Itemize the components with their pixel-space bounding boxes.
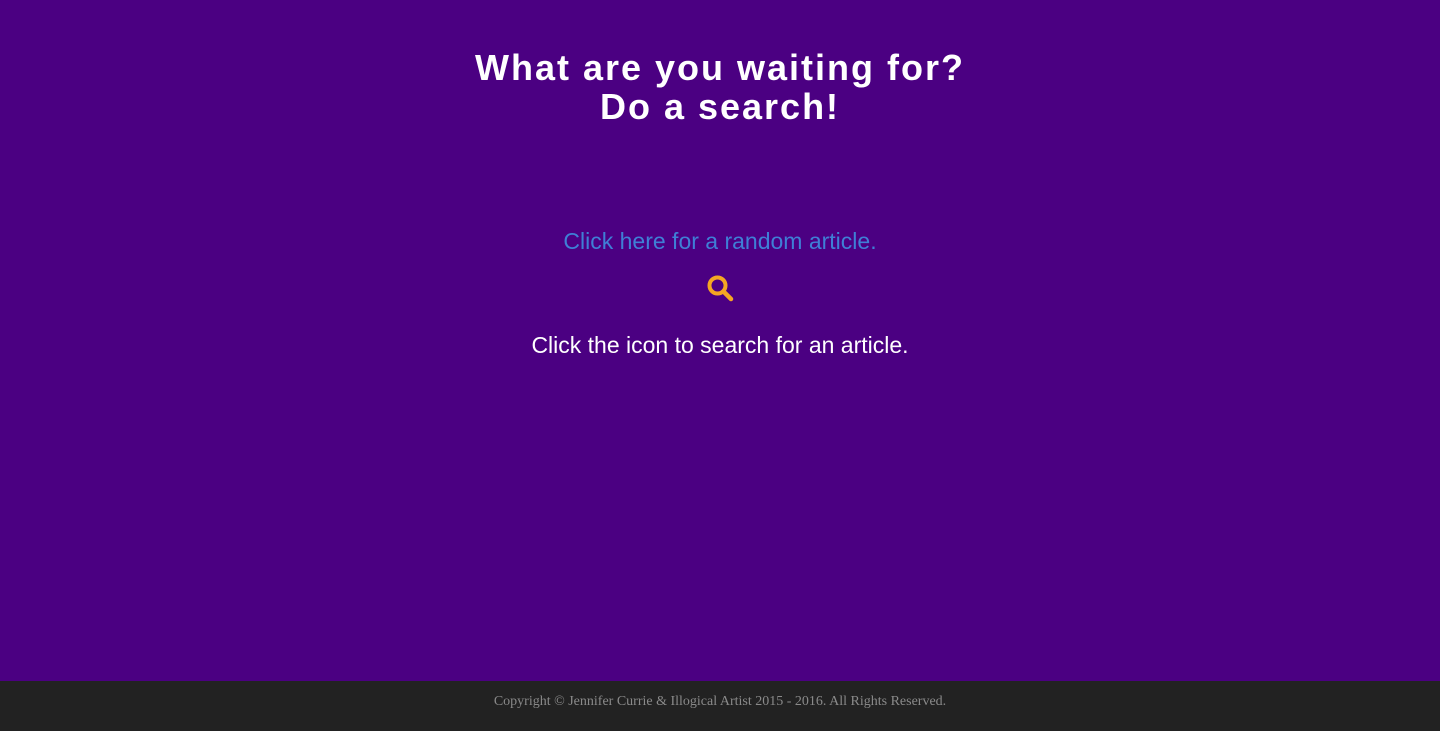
page-title: What are you waiting for? Do a search!	[0, 48, 1440, 126]
footer: Copyright © Jennifer Currie & Illogical …	[0, 681, 1440, 731]
random-article-link[interactable]: Click here for a random article.	[0, 227, 1440, 255]
search-hint-text: Click the icon to search for an article.	[531, 332, 909, 358]
search-button[interactable]	[705, 273, 735, 303]
page-title-line-2: Do a search!	[599, 86, 841, 127]
main-section: What are you waiting for? Do a search! C…	[0, 0, 1440, 681]
copyright-text: Copyright © Jennifer Currie & Illogical …	[493, 694, 947, 709]
search-icon	[707, 275, 734, 302]
page-title-line-1: What are you waiting for?	[474, 47, 965, 88]
